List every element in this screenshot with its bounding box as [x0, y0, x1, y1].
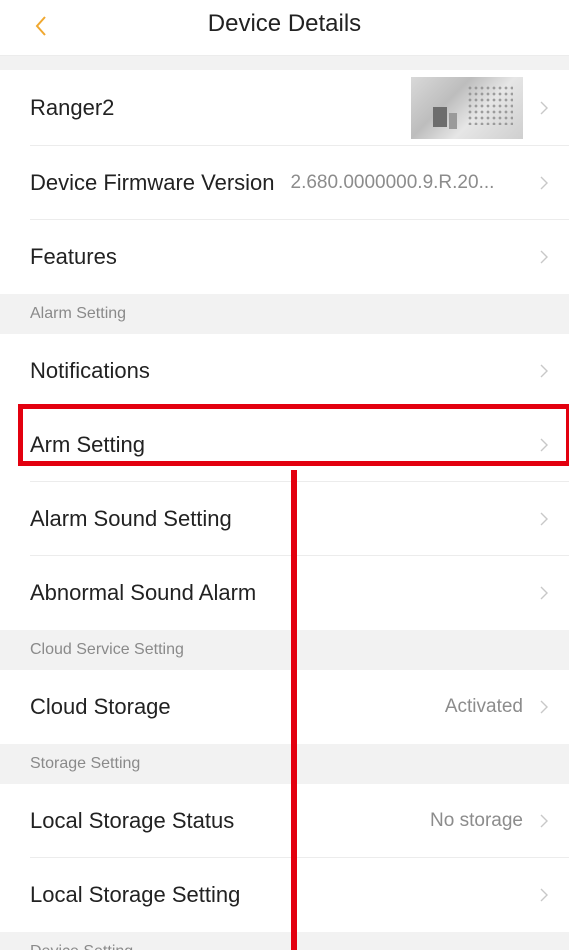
chevron-right-icon [540, 438, 548, 452]
firmware-label: Device Firmware Version [30, 170, 275, 195]
chevron-right-icon [540, 101, 548, 115]
features-label: Features [30, 244, 117, 269]
alarm-sound-label: Alarm Sound Setting [30, 506, 232, 531]
local-storage-status-value: No storage [430, 810, 523, 831]
settings-list: Ranger2 Device Firmware Version 2.680.00… [0, 70, 569, 950]
chevron-right-icon [540, 888, 548, 902]
arm-setting-row[interactable]: Arm Setting [0, 408, 569, 482]
notifications-label: Notifications [30, 358, 150, 383]
features-row[interactable]: Features [0, 220, 569, 294]
local-storage-setting-label: Local Storage Setting [30, 882, 241, 907]
device-name-label: Ranger2 [30, 95, 115, 120]
device-thumbnail [411, 77, 523, 139]
arm-setting-label: Arm Setting [30, 432, 145, 457]
local-storage-setting-row[interactable]: Local Storage Setting [0, 858, 569, 932]
section-device-setting: Device Setting [0, 932, 569, 950]
local-storage-status-row[interactable]: Local Storage Status No storage [0, 784, 569, 858]
cloud-storage-value: Activated [444, 696, 523, 717]
device-name-row[interactable]: Ranger2 [0, 70, 569, 146]
abnormal-sound-label: Abnormal Sound Alarm [30, 580, 257, 605]
local-storage-status-label: Local Storage Status [30, 808, 235, 833]
chevron-right-icon [540, 512, 548, 526]
alarm-sound-row[interactable]: Alarm Sound Setting [0, 482, 569, 556]
chevron-right-icon [540, 700, 548, 714]
chevron-right-icon [540, 814, 548, 828]
firmware-row[interactable]: Device Firmware Version 2.680.0000000.9.… [0, 146, 569, 220]
header-gap [0, 56, 569, 70]
cloud-storage-label: Cloud Storage [30, 694, 171, 719]
section-cloud-service: Cloud Service Setting [0, 630, 569, 670]
section-storage-setting: Storage Setting [0, 744, 569, 784]
chevron-right-icon [540, 586, 548, 600]
notifications-row[interactable]: Notifications [0, 334, 569, 408]
section-alarm-setting: Alarm Setting [0, 294, 569, 334]
page-title: Device Details [207, 10, 362, 37]
cloud-storage-row[interactable]: Cloud Storage Activated [0, 670, 569, 744]
chevron-right-icon [540, 250, 548, 264]
header-bar: Device Details [0, 0, 569, 56]
firmware-value: 2.680.0000000.9.R.20... [290, 172, 495, 193]
chevron-right-icon [540, 364, 548, 378]
abnormal-sound-row[interactable]: Abnormal Sound Alarm [0, 556, 569, 630]
chevron-right-icon [540, 176, 548, 190]
